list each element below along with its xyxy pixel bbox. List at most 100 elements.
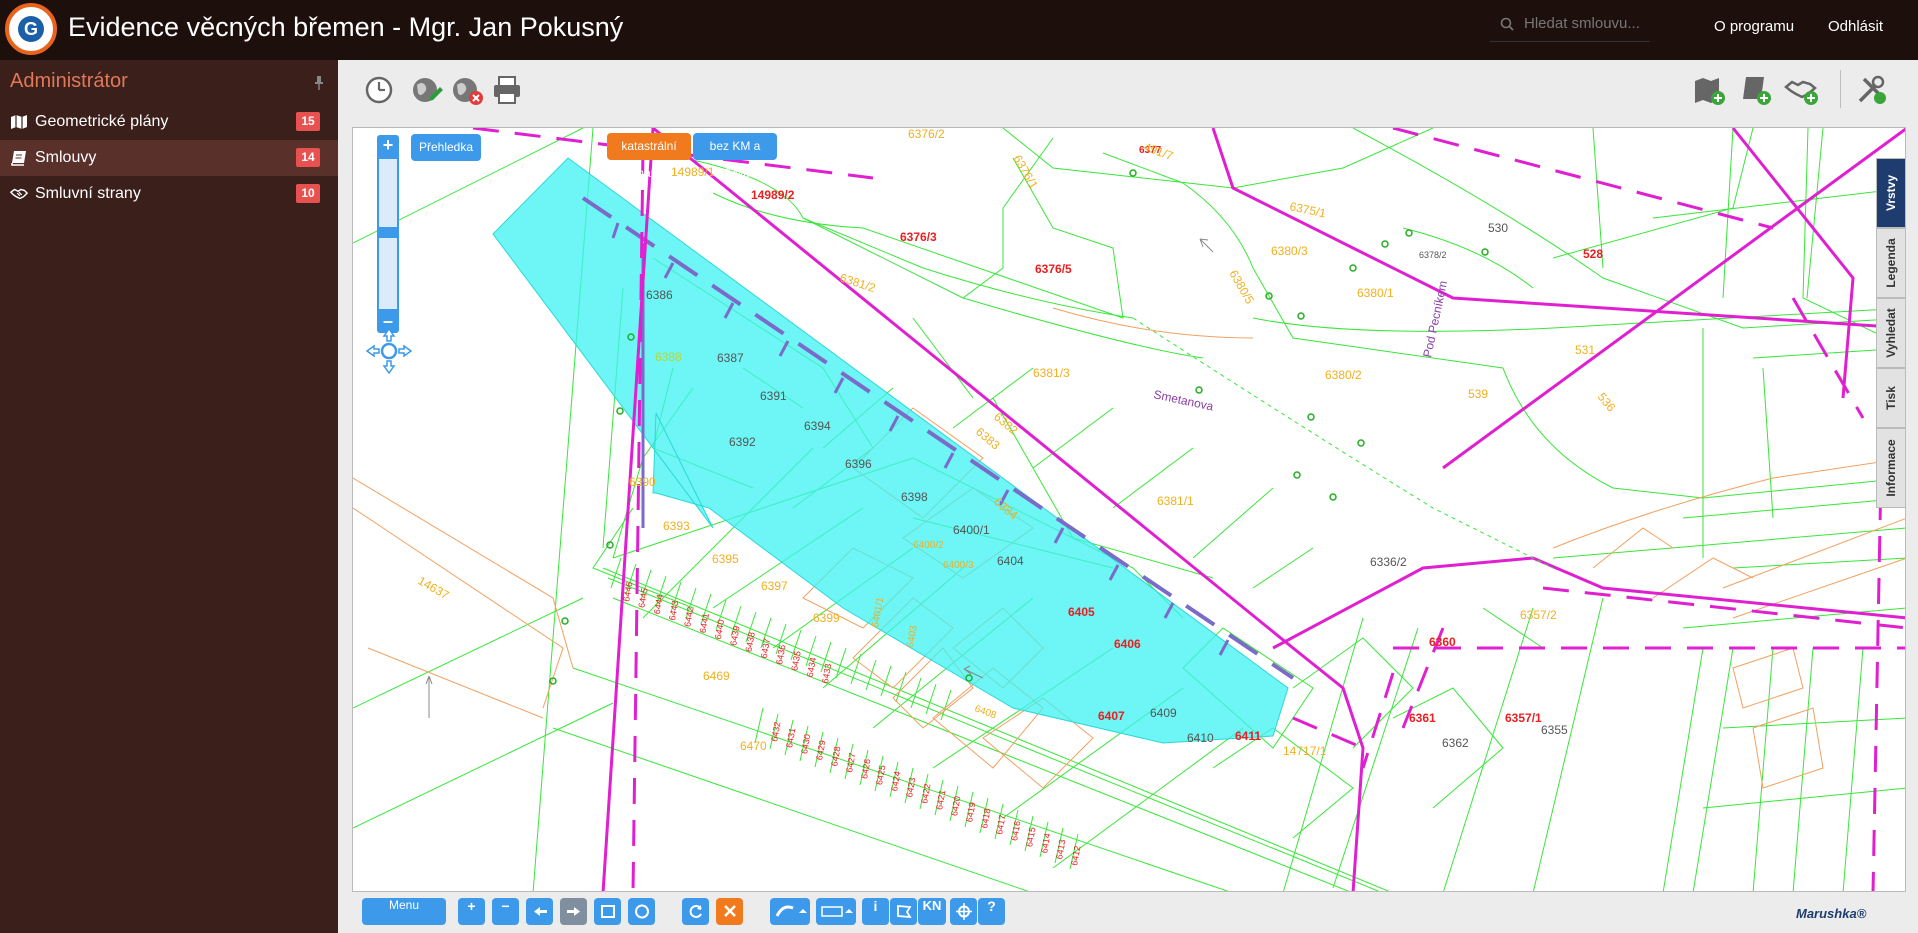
- globe-icon: [634, 904, 649, 919]
- lot-number-label: 6444: [652, 593, 665, 614]
- street-name: Smetanova: [1152, 387, 1215, 413]
- pan-control[interactable]: [359, 321, 419, 381]
- menu-button[interactable]: Menu: [362, 898, 446, 925]
- contract-add-icon[interactable]: [1738, 73, 1772, 107]
- parcel-label: 6381/3: [1033, 366, 1070, 380]
- pin-icon[interactable]: [314, 76, 324, 90]
- parcel-label: 6400/3: [943, 560, 974, 571]
- info-button[interactable]: i: [862, 898, 889, 925]
- parcel-label: 6376/2: [908, 128, 945, 141]
- lot-number-label: 6425: [874, 764, 887, 785]
- clear-button[interactable]: [716, 898, 743, 925]
- print-icon[interactable]: [490, 73, 524, 107]
- parcel-label: 6410: [1187, 731, 1214, 745]
- map-add-icon[interactable]: [1692, 73, 1726, 107]
- lot-number-label: 6429: [814, 739, 827, 760]
- zoom-in-button[interactable]: +: [377, 135, 399, 157]
- cadastral-map-button[interactable]: katastrální mapa: [607, 133, 691, 180]
- parcel-label: 6380/3: [1271, 244, 1308, 258]
- parcel-label: 6403: [905, 624, 920, 648]
- app-logo[interactable]: G: [5, 3, 57, 55]
- parcel-label: 539: [1468, 387, 1488, 401]
- parcel-label: 6380/2: [1325, 368, 1362, 382]
- count-badge: 14: [296, 148, 320, 167]
- next-view-button[interactable]: [560, 898, 587, 925]
- search-icon[interactable]: [1500, 17, 1514, 31]
- parcel-label: 6362: [1442, 736, 1469, 750]
- parcel-label: 6399: [813, 611, 840, 625]
- lot-number-label: 6431: [784, 727, 797, 748]
- parcel-label: 6378/2: [1419, 250, 1447, 260]
- refresh-button[interactable]: [682, 898, 709, 925]
- select-tool-button[interactable]: [890, 898, 917, 925]
- parcel-label: 6386: [646, 288, 673, 302]
- lot-number-label: 6420: [949, 795, 962, 816]
- previous-view-button[interactable]: [526, 898, 553, 925]
- no-km-dtmm-button[interactable]: bez KM a DTMM: [693, 133, 777, 180]
- globe-view-button[interactable]: [628, 898, 655, 925]
- globe-remove-icon[interactable]: [450, 73, 484, 107]
- lot-number-label: 6430: [799, 733, 812, 754]
- measure-icon: [775, 905, 807, 917]
- parcel-label: 6406: [1114, 637, 1141, 651]
- parcel-label: 6469: [703, 669, 730, 683]
- kn-button[interactable]: KN: [918, 898, 946, 925]
- lot-number-label: 6419: [964, 801, 977, 822]
- globe-edit-icon[interactable]: [410, 73, 444, 107]
- parcel-label: 6380/1: [1357, 286, 1394, 300]
- sidebar: Administrátor Geometrické plány 15 Smlou…: [0, 60, 338, 933]
- lot-number-label: 6442: [682, 606, 695, 627]
- locate-button[interactable]: [950, 898, 977, 925]
- tab-information[interactable]: Informace: [1876, 428, 1906, 508]
- sidebar-item-geometric-plans[interactable]: Geometrické plány 15: [0, 104, 338, 140]
- lot-number-label: 6435: [789, 650, 802, 671]
- parcel-label: 6360: [1429, 635, 1456, 649]
- sidebar-item-contract-parties[interactable]: Smluvní strany 10: [0, 176, 338, 212]
- tab-legend[interactable]: Legenda: [1876, 228, 1906, 298]
- parcel-label: 6391: [760, 389, 787, 403]
- lot-number-label: 6418: [979, 808, 992, 829]
- parcel-label: 6398: [901, 490, 928, 504]
- parcel-label: 6394: [804, 419, 831, 433]
- measure-tool-button[interactable]: [770, 898, 810, 925]
- lot-number-label: 6422: [919, 783, 932, 804]
- sidebar-item-contracts[interactable]: Smlouvy 14: [0, 140, 338, 176]
- lot-number-label: 6443: [667, 600, 680, 621]
- tab-search[interactable]: Vyhledat: [1876, 298, 1906, 368]
- map-viewport[interactable]: 14989/2 6376/3 6376/5 6377 528 6360 6361…: [352, 127, 1906, 892]
- lot-number-label: 6427: [844, 752, 857, 773]
- parcel-label: 6382: [991, 410, 1021, 438]
- overview-button[interactable]: Přehledka: [411, 134, 481, 161]
- zoom-extent-button[interactable]: [594, 898, 621, 925]
- lot-number-label: 6437: [759, 638, 772, 659]
- logout-link[interactable]: Odhlásit: [1828, 18, 1883, 35]
- tools-settings-icon[interactable]: [1854, 73, 1888, 107]
- parcel-label: 6404: [997, 554, 1024, 568]
- tab-print[interactable]: Tisk: [1876, 368, 1906, 428]
- sidebar-item-label: Smluvní strany: [35, 185, 141, 202]
- tab-layers[interactable]: Vrstvy: [1876, 158, 1906, 228]
- zoom-slider[interactable]: + –: [377, 135, 399, 333]
- search-input[interactable]: [1524, 15, 1649, 32]
- sidebar-item-label: Smlouvy: [35, 149, 97, 166]
- refresh-icon: [689, 905, 702, 918]
- lot-number-label: 6423: [904, 777, 917, 798]
- lot-number-label: 6441: [698, 612, 711, 633]
- lot-number-label: 6428: [829, 746, 842, 767]
- party-add-icon[interactable]: [1784, 73, 1818, 107]
- arrow-left-icon: [533, 907, 547, 916]
- zoom-handle[interactable]: [379, 227, 397, 238]
- app-title: Evidence věcných břemen - Mgr. Jan Pokus…: [68, 12, 624, 42]
- zoom-out-tool-button[interactable]: −: [492, 898, 519, 925]
- history-clock-icon[interactable]: [362, 73, 396, 107]
- lot-number-label: 6433: [820, 663, 833, 684]
- parcel-label: 14989/1: [671, 165, 715, 179]
- parcel-label: 14717/1: [1283, 744, 1327, 758]
- about-link[interactable]: O programu: [1714, 18, 1794, 35]
- sidebar-item-label: Geometrické plány: [35, 113, 169, 130]
- scale-tool-button[interactable]: [816, 898, 856, 925]
- zoom-in-tool-button[interactable]: +: [458, 898, 485, 925]
- parcel-label: 6357/1: [1505, 711, 1542, 725]
- help-button[interactable]: ?: [978, 898, 1005, 925]
- map-bottom-toolbar: Menu + − i KN ? Marushka®: [352, 894, 1906, 930]
